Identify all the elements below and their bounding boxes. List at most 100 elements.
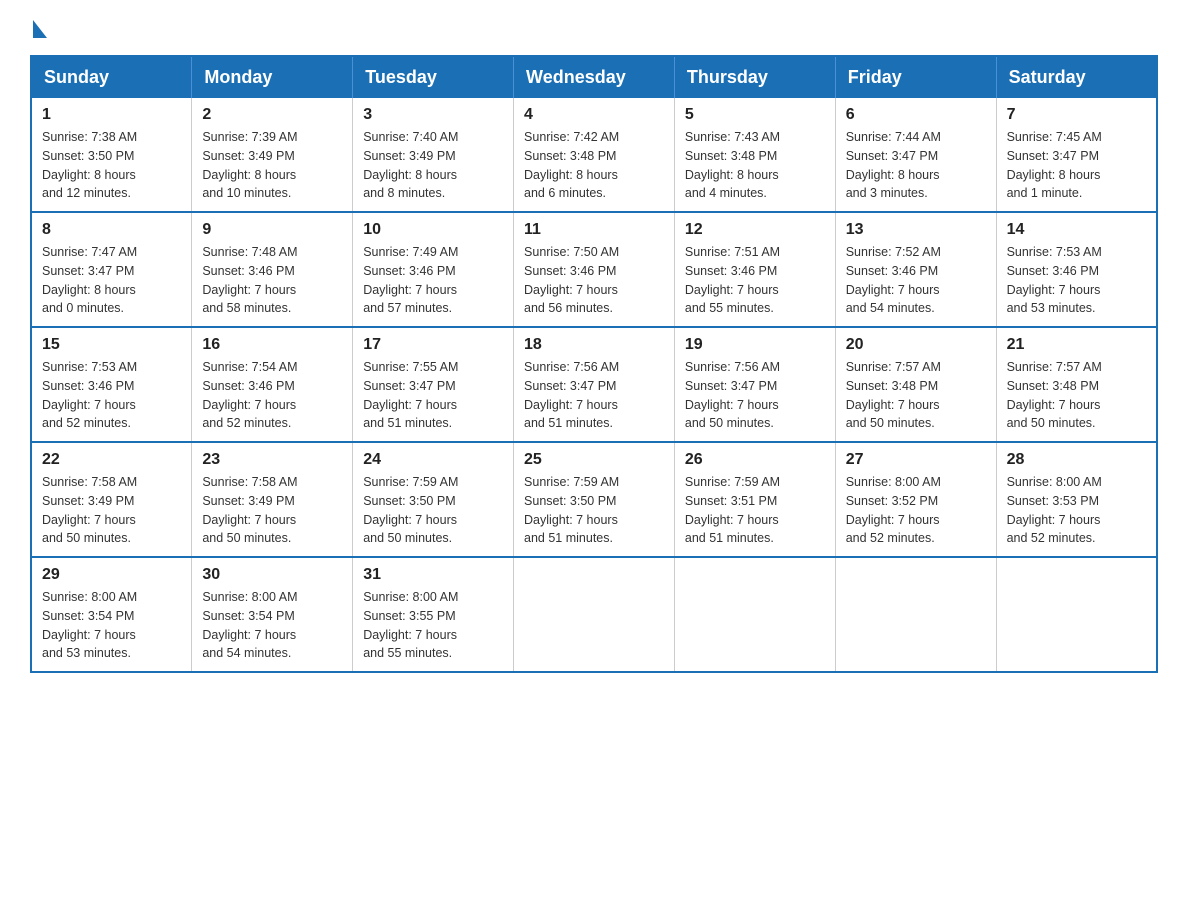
day-number: 12 [685,221,825,239]
day-number: 25 [524,451,664,469]
calendar-cell: 9 Sunrise: 7:48 AMSunset: 3:46 PMDaylight… [192,212,353,327]
day-info: Sunrise: 7:38 AMSunset: 3:50 PMDaylight:… [42,128,181,203]
logo-arrow-icon [33,20,47,38]
day-info: Sunrise: 7:59 AMSunset: 3:50 PMDaylight:… [524,473,664,548]
calendar-cell [674,557,835,672]
day-number: 20 [846,336,986,354]
day-info: Sunrise: 8:00 AMSunset: 3:55 PMDaylight:… [363,588,503,663]
day-number: 26 [685,451,825,469]
day-info: Sunrise: 8:00 AMSunset: 3:54 PMDaylight:… [42,588,181,663]
day-info: Sunrise: 7:40 AMSunset: 3:49 PMDaylight:… [363,128,503,203]
calendar-cell: 1 Sunrise: 7:38 AMSunset: 3:50 PMDaylight… [31,98,192,212]
day-info: Sunrise: 7:47 AMSunset: 3:47 PMDaylight:… [42,243,181,318]
day-number: 16 [202,336,342,354]
calendar-cell: 28Sunrise: 8:00 AMSunset: 3:53 PMDayligh… [996,442,1157,557]
day-info: Sunrise: 7:48 AMSunset: 3:46 PMDaylight:… [202,243,342,318]
day-info: Sunrise: 7:54 AMSunset: 3:46 PMDaylight:… [202,358,342,433]
day-info: Sunrise: 7:45 AMSunset: 3:47 PMDaylight:… [1007,128,1146,203]
calendar-cell [514,557,675,672]
day-number: 9 [202,221,342,239]
day-info: Sunrise: 7:58 AMSunset: 3:49 PMDaylight:… [42,473,181,548]
day-number: 5 [685,106,825,124]
calendar-header-sunday: Sunday [31,56,192,98]
calendar-cell: 31 Sunrise: 8:00 AMSunset: 3:55 PMDayligh… [353,557,514,672]
calendar-cell: 13 Sunrise: 7:52 AMSunset: 3:46 PMDayligh… [835,212,996,327]
day-info: Sunrise: 8:00 AMSunset: 3:53 PMDaylight:… [1007,473,1146,548]
day-number: 21 [1007,336,1146,354]
day-info: Sunrise: 7:57 AMSunset: 3:48 PMDaylight:… [1007,358,1146,433]
day-number: 15 [42,336,181,354]
calendar-cell: 12 Sunrise: 7:51 AMSunset: 3:46 PMDayligh… [674,212,835,327]
day-info: Sunrise: 7:59 AMSunset: 3:51 PMDaylight:… [685,473,825,548]
calendar-cell: 29 Sunrise: 8:00 AMSunset: 3:54 PMDayligh… [31,557,192,672]
calendar-cell: 19 Sunrise: 7:56 AMSunset: 3:47 PMDayligh… [674,327,835,442]
day-number: 13 [846,221,986,239]
calendar-week-row: 22 Sunrise: 7:58 AMSunset: 3:49 PMDayligh… [31,442,1157,557]
calendar-header-tuesday: Tuesday [353,56,514,98]
day-number: 2 [202,106,342,124]
day-info: Sunrise: 7:52 AMSunset: 3:46 PMDaylight:… [846,243,986,318]
day-number: 14 [1007,221,1146,239]
calendar-cell: 30 Sunrise: 8:00 AMSunset: 3:54 PMDayligh… [192,557,353,672]
day-info: Sunrise: 7:58 AMSunset: 3:49 PMDaylight:… [202,473,342,548]
calendar-cell: 21 Sunrise: 7:57 AMSunset: 3:48 PMDayligh… [996,327,1157,442]
calendar-cell: 18 Sunrise: 7:56 AMSunset: 3:47 PMDayligh… [514,327,675,442]
day-info: Sunrise: 8:00 AMSunset: 3:54 PMDaylight:… [202,588,342,663]
calendar-cell: 10 Sunrise: 7:49 AMSunset: 3:46 PMDayligh… [353,212,514,327]
day-number: 19 [685,336,825,354]
calendar-header-saturday: Saturday [996,56,1157,98]
calendar-cell: 15 Sunrise: 7:53 AMSunset: 3:46 PMDayligh… [31,327,192,442]
day-number: 6 [846,106,986,124]
calendar-cell: 11Sunrise: 7:50 AMSunset: 3:46 PMDayligh… [514,212,675,327]
calendar-cell: 24 Sunrise: 7:59 AMSunset: 3:50 PMDayligh… [353,442,514,557]
day-info: Sunrise: 8:00 AMSunset: 3:52 PMDaylight:… [846,473,986,548]
calendar-header-thursday: Thursday [674,56,835,98]
day-number: 17 [363,336,503,354]
day-info: Sunrise: 7:51 AMSunset: 3:46 PMDaylight:… [685,243,825,318]
day-number: 1 [42,106,181,124]
calendar-cell: 14 Sunrise: 7:53 AMSunset: 3:46 PMDayligh… [996,212,1157,327]
day-number: 23 [202,451,342,469]
day-number: 22 [42,451,181,469]
calendar-cell: 3Sunrise: 7:40 AMSunset: 3:49 PMDaylight… [353,98,514,212]
calendar-week-row: 15 Sunrise: 7:53 AMSunset: 3:46 PMDayligh… [31,327,1157,442]
day-number: 10 [363,221,503,239]
calendar-header-friday: Friday [835,56,996,98]
day-info: Sunrise: 7:39 AMSunset: 3:49 PMDaylight:… [202,128,342,203]
calendar-header-wednesday: Wednesday [514,56,675,98]
day-number: 27 [846,451,986,469]
day-number: 31 [363,566,503,584]
calendar-cell: 27 Sunrise: 8:00 AMSunset: 3:52 PMDayligh… [835,442,996,557]
calendar-cell: 17 Sunrise: 7:55 AMSunset: 3:47 PMDayligh… [353,327,514,442]
calendar-cell: 23 Sunrise: 7:58 AMSunset: 3:49 PMDayligh… [192,442,353,557]
calendar-cell: 5 Sunrise: 7:43 AMSunset: 3:48 PMDaylight… [674,98,835,212]
calendar-cell: 22 Sunrise: 7:58 AMSunset: 3:49 PMDayligh… [31,442,192,557]
calendar-week-row: 1 Sunrise: 7:38 AMSunset: 3:50 PMDaylight… [31,98,1157,212]
calendar-header-row: SundayMondayTuesdayWednesdayThursdayFrid… [31,56,1157,98]
day-number: 30 [202,566,342,584]
day-info: Sunrise: 7:59 AMSunset: 3:50 PMDaylight:… [363,473,503,548]
day-info: Sunrise: 7:53 AMSunset: 3:46 PMDaylight:… [1007,243,1146,318]
day-info: Sunrise: 7:43 AMSunset: 3:48 PMDaylight:… [685,128,825,203]
page-header [30,20,1158,35]
calendar-cell: 25 Sunrise: 7:59 AMSunset: 3:50 PMDayligh… [514,442,675,557]
calendar-cell: 16 Sunrise: 7:54 AMSunset: 3:46 PMDayligh… [192,327,353,442]
calendar-cell: 20 Sunrise: 7:57 AMSunset: 3:48 PMDayligh… [835,327,996,442]
calendar-cell: 6Sunrise: 7:44 AMSunset: 3:47 PMDaylight… [835,98,996,212]
calendar-cell: 4 Sunrise: 7:42 AMSunset: 3:48 PMDaylight… [514,98,675,212]
day-info: Sunrise: 7:56 AMSunset: 3:47 PMDaylight:… [685,358,825,433]
day-number: 4 [524,106,664,124]
calendar-cell: 8 Sunrise: 7:47 AMSunset: 3:47 PMDaylight… [31,212,192,327]
day-info: Sunrise: 7:56 AMSunset: 3:47 PMDaylight:… [524,358,664,433]
day-number: 18 [524,336,664,354]
day-info: Sunrise: 7:55 AMSunset: 3:47 PMDaylight:… [363,358,503,433]
day-number: 29 [42,566,181,584]
calendar-cell [996,557,1157,672]
day-number: 8 [42,221,181,239]
day-info: Sunrise: 7:42 AMSunset: 3:48 PMDaylight:… [524,128,664,203]
day-info: Sunrise: 7:49 AMSunset: 3:46 PMDaylight:… [363,243,503,318]
calendar-cell: 7Sunrise: 7:45 AMSunset: 3:47 PMDaylight… [996,98,1157,212]
day-number: 24 [363,451,503,469]
day-info: Sunrise: 7:53 AMSunset: 3:46 PMDaylight:… [42,358,181,433]
day-info: Sunrise: 7:57 AMSunset: 3:48 PMDaylight:… [846,358,986,433]
